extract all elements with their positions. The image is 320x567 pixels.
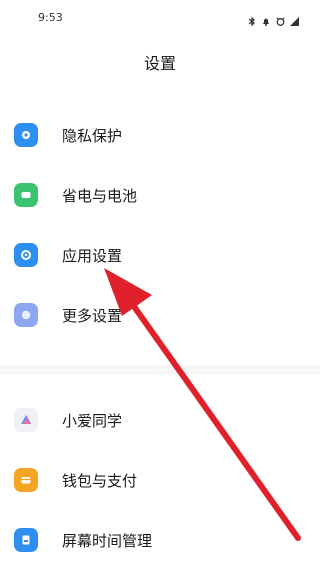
settings-item-privacy[interactable]: 隐私保护 [0, 105, 320, 165]
settings-item-label: 应用设置 [62, 246, 123, 265]
settings-item-label: 省电与电池 [62, 186, 138, 205]
screen-time-icon [14, 528, 38, 552]
privacy-icon [14, 123, 38, 147]
wallet-icon [14, 468, 38, 492]
settings-item-app-settings[interactable]: 应用设置 [0, 225, 320, 285]
status-time: 9:53 [38, 11, 63, 24]
settings-item-wallet[interactable]: 钱包与支付 [0, 450, 320, 510]
status-icons [248, 11, 299, 27]
settings-item-label: 隐私保护 [62, 126, 123, 145]
notification-icon [262, 11, 270, 26]
section-divider [0, 365, 320, 375]
settings-item-label: 钱包与支付 [62, 471, 138, 490]
settings-item-more-settings[interactable]: 更多设置 [0, 285, 320, 345]
battery-icon [14, 183, 38, 207]
more-settings-icon [14, 303, 38, 327]
settings-item-screen-time[interactable]: 屏幕时间管理 [0, 510, 320, 567]
settings-item-label: 更多设置 [62, 306, 123, 325]
status-bar: 9:53 [0, 0, 320, 36]
settings-item-battery[interactable]: 省电与电池 [0, 165, 320, 225]
settings-item-label: 屏幕时间管理 [62, 531, 153, 550]
alarm-icon [276, 11, 285, 26]
app-settings-icon [14, 243, 38, 267]
settings-item-label: 小爱同学 [62, 411, 123, 430]
signal-icon [290, 11, 299, 26]
bluetooth-icon [248, 11, 256, 27]
assistant-icon [14, 408, 38, 432]
settings-item-assistant[interactable]: 小爱同学 [0, 390, 320, 450]
page-title: 设置 [143, 54, 176, 73]
